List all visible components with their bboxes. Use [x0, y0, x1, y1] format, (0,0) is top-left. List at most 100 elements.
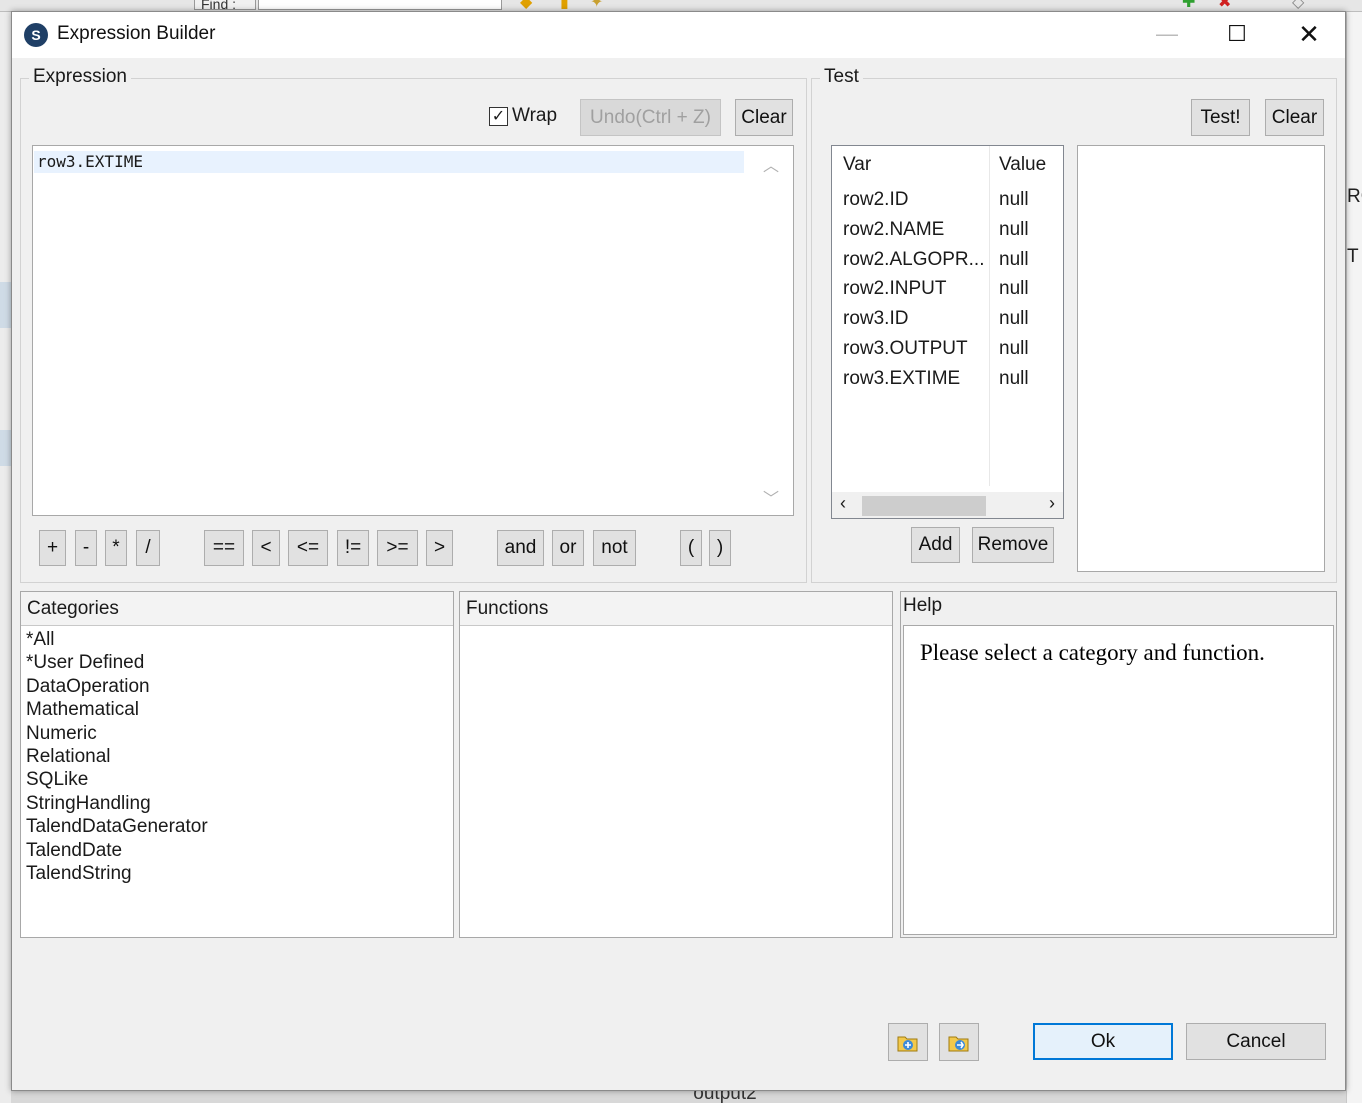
- operator-equals-button[interactable]: ==: [204, 530, 244, 566]
- variable-value-cell[interactable]: null: [999, 219, 1029, 241]
- variable-name-cell[interactable]: row2.INPUT: [843, 278, 946, 300]
- test-result-area[interactable]: [1077, 145, 1325, 572]
- background-bottom-label: output2: [693, 1090, 757, 1103]
- operator-not-button[interactable]: not: [593, 530, 636, 566]
- checkmark-icon: ✓: [489, 106, 508, 126]
- help-header: Help: [901, 592, 1336, 622]
- variable-value-cell[interactable]: null: [999, 249, 1029, 271]
- operator-and-button[interactable]: and: [497, 530, 544, 566]
- categories-panel: Categories *All *User Defined DataOperatio…: [20, 591, 454, 938]
- wrap-checkbox[interactable]: ✓ Wrap: [489, 105, 557, 127]
- background-tool-icon: ◇: [1292, 0, 1305, 10]
- variable-value-cell[interactable]: null: [999, 278, 1029, 300]
- title-bar: S Expression Builder — ☐ ✕: [12, 12, 1345, 58]
- expression-group-label: Expression: [29, 66, 131, 88]
- operator-not-equal-button[interactable]: !=: [337, 530, 369, 566]
- category-item[interactable]: Numeric: [26, 722, 208, 745]
- scroll-right-icon[interactable]: ›: [1049, 493, 1055, 514]
- category-item[interactable]: TalendDate: [26, 839, 208, 862]
- background-add-icon: ✚: [1182, 0, 1196, 10]
- variable-value-cell[interactable]: null: [999, 308, 1029, 330]
- category-item[interactable]: DataOperation: [26, 675, 208, 698]
- background-left-edge: [0, 12, 11, 1103]
- export-expression-button[interactable]: [939, 1023, 979, 1061]
- functions-panel: Functions: [459, 591, 893, 938]
- variable-name-cell[interactable]: row3.EXTIME: [843, 368, 960, 390]
- editor-vertical-scrollbar[interactable]: ︿ ﹀: [747, 146, 793, 515]
- scroll-left-icon[interactable]: ‹: [840, 493, 846, 514]
- app-logo-icon: S: [24, 23, 48, 47]
- category-item[interactable]: TalendDataGenerator: [26, 815, 208, 838]
- category-item[interactable]: StringHandling: [26, 792, 208, 815]
- background-selection: [0, 282, 11, 328]
- variable-name-cell[interactable]: row3.OUTPUT: [843, 338, 968, 360]
- expression-clear-button[interactable]: Clear: [735, 99, 793, 136]
- expression-text[interactable]: row3.EXTIME: [34, 151, 744, 173]
- operator-greater-than-button[interactable]: >: [426, 530, 453, 566]
- background-fragment: RC: [1347, 186, 1362, 207]
- background-tool-icon: ▮: [560, 0, 569, 10]
- category-item[interactable]: *All: [26, 628, 208, 651]
- category-item[interactable]: Relational: [26, 745, 208, 768]
- value-column-header[interactable]: Value: [999, 154, 1046, 176]
- help-text: Please select a category and function.: [920, 640, 1265, 665]
- remove-variable-button[interactable]: Remove: [972, 527, 1054, 563]
- categories-list: *All *User Defined DataOperation Mathematic…: [26, 628, 208, 885]
- import-expression-button[interactable]: [888, 1023, 928, 1061]
- background-tool-icon: ◆: [520, 0, 533, 10]
- dialog-title: Expression Builder: [57, 23, 216, 44]
- background-delete-icon: ✖: [1218, 0, 1232, 10]
- operator-or-button[interactable]: or: [552, 530, 584, 566]
- var-column-header[interactable]: Var: [843, 154, 871, 176]
- operator-less-equal-button[interactable]: <=: [288, 530, 328, 566]
- minimize-button[interactable]: —: [1132, 12, 1202, 56]
- close-button[interactable]: ✕: [1274, 12, 1344, 56]
- variable-name-cell[interactable]: row2.ID: [843, 189, 908, 211]
- add-variable-button[interactable]: Add: [911, 527, 960, 563]
- category-item[interactable]: SQLike: [26, 768, 208, 791]
- functions-header: Functions: [460, 592, 892, 626]
- category-item[interactable]: Mathematical: [26, 698, 208, 721]
- help-panel: Help Please select a category and functi…: [900, 591, 1337, 938]
- variable-value-cell[interactable]: null: [999, 189, 1029, 211]
- expression-builder-dialog: S Expression Builder — ☐ ✕ Expression ✓ …: [11, 11, 1346, 1091]
- operator-less-than-button[interactable]: <: [252, 530, 280, 566]
- expression-editor[interactable]: row3.EXTIME ︿ ﹀: [32, 145, 794, 516]
- background-right-edge: RC T: [1346, 12, 1362, 1103]
- category-item[interactable]: TalendString: [26, 862, 208, 885]
- operator-plus-button[interactable]: +: [39, 530, 66, 566]
- scrollbar-thumb[interactable]: [862, 496, 986, 516]
- test-group-label: Test: [820, 66, 863, 88]
- undo-button[interactable]: Undo(Ctrl + Z): [580, 99, 721, 136]
- variable-name-cell[interactable]: row3.ID: [843, 308, 908, 330]
- variable-name-cell[interactable]: row2.ALGOPR...: [843, 249, 985, 271]
- cancel-button[interactable]: Cancel: [1186, 1023, 1326, 1060]
- variable-value-cell[interactable]: null: [999, 368, 1029, 390]
- export-expression-icon: [948, 1036, 969, 1052]
- operator-divide-button[interactable]: /: [136, 530, 160, 566]
- variables-table[interactable]: Var Value row2.ID null row2.NAME null row2.A…: [831, 145, 1064, 519]
- background-fragment: T: [1347, 246, 1359, 267]
- operator-close-paren-button[interactable]: ): [709, 530, 731, 566]
- operator-multiply-button[interactable]: *: [105, 530, 127, 566]
- background-find-input: [258, 0, 502, 10]
- variable-name-cell[interactable]: row2.NAME: [843, 219, 944, 241]
- operator-minus-button[interactable]: -: [75, 530, 97, 566]
- test-run-button[interactable]: Test!: [1191, 99, 1250, 136]
- background-tool-icon: ✦: [590, 0, 604, 10]
- test-clear-button[interactable]: Clear: [1265, 99, 1324, 136]
- maximize-button[interactable]: ☐: [1202, 12, 1272, 56]
- operator-greater-equal-button[interactable]: >=: [377, 530, 418, 566]
- background-find-label: Find :: [194, 0, 256, 10]
- background-selection: [0, 430, 11, 466]
- help-content: Please select a category and function.: [903, 625, 1334, 935]
- variable-value-cell[interactable]: null: [999, 338, 1029, 360]
- table-horizontal-scrollbar[interactable]: ‹ ›: [832, 492, 1063, 518]
- categories-header: Categories: [21, 592, 453, 626]
- ok-button[interactable]: Ok: [1033, 1023, 1173, 1060]
- scroll-down-icon[interactable]: ﹀: [763, 485, 779, 509]
- scroll-up-icon[interactable]: ︿: [763, 152, 779, 176]
- column-divider: [989, 146, 990, 486]
- category-item[interactable]: *User Defined: [26, 651, 208, 674]
- operator-open-paren-button[interactable]: (: [680, 530, 702, 566]
